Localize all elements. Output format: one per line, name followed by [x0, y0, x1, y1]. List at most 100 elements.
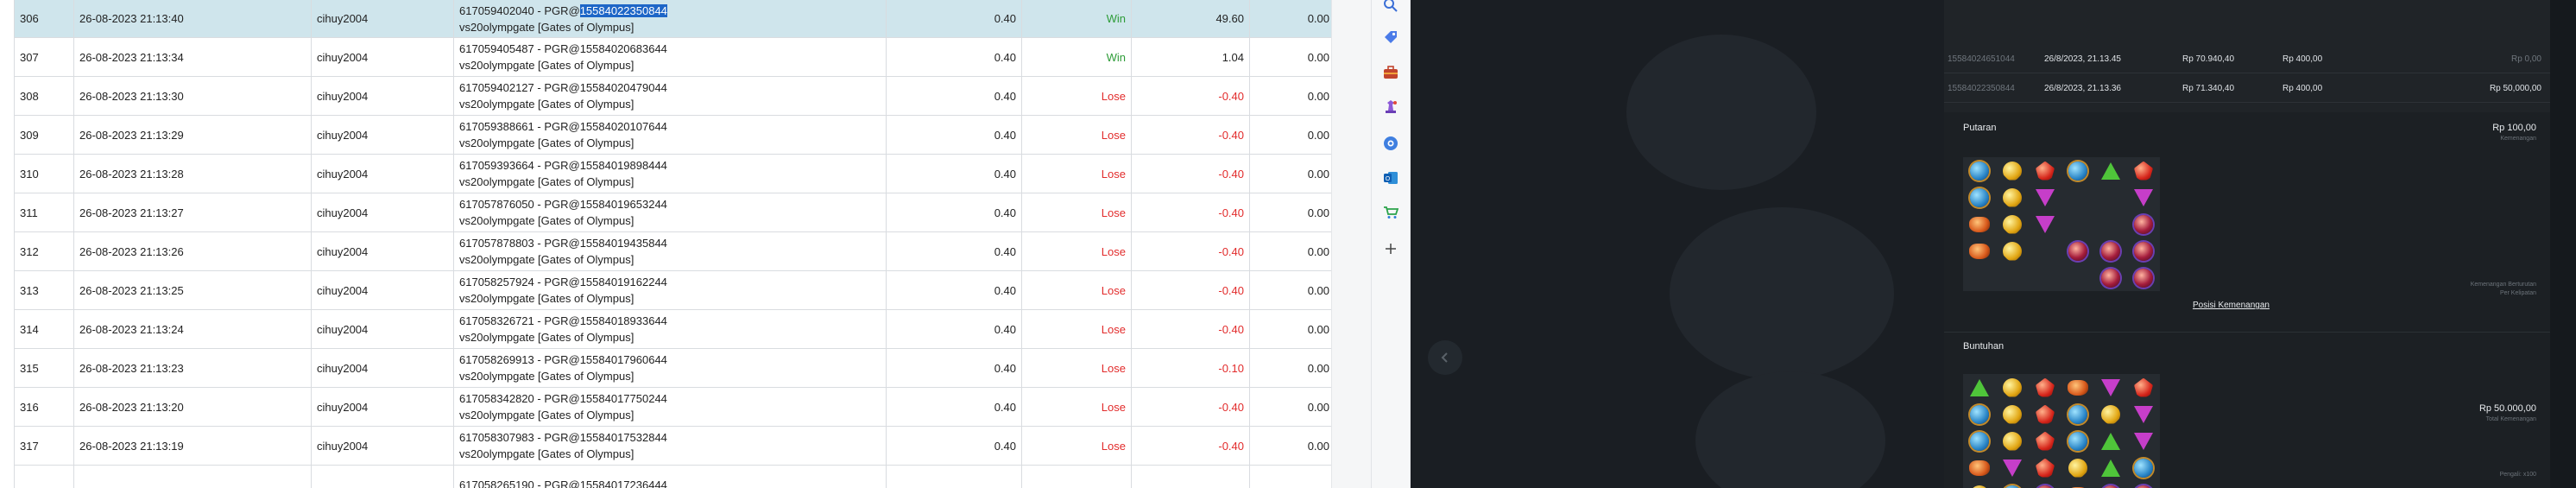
row-date [73, 465, 312, 488]
putaran-note: Per Kelipatan [2499, 290, 2536, 296]
row-description: 617058265190 - PGR@15584017236444 [453, 465, 887, 488]
bg-shape [1670, 207, 1894, 380]
row-transaction-ref[interactable]: 617059393664 - PGR@15584019898444 [459, 157, 881, 174]
bet-history-panel: 15584024651044 26/8/2023, 21.13.45 Rp 70… [1944, 0, 2550, 488]
blue-gem-icon [1970, 431, 1989, 451]
symbol-blue-icon [1996, 481, 2029, 488]
table-row[interactable]: 306 26-08-2023 21:13:40 cihuy2004 617059402… [14, 0, 1335, 38]
row-transaction-ref[interactable]: 617059388661 - PGR@15584020107644 [459, 118, 881, 135]
table-row[interactable]: 617058265190 - PGR@15584017236444 [14, 465, 1335, 488]
symbol-red-icon [2029, 157, 2061, 184]
row-transaction-ref[interactable]: 617058307983 - PGR@15584017532844 [459, 429, 881, 446]
row-transaction-prefix: 617058326721 - PGR@ [459, 314, 580, 327]
table-row[interactable]: 312 26-08-2023 21:13:26 cihuy2004 617057878… [14, 231, 1335, 271]
row-date: 26-08-2023 21:13:27 [73, 193, 312, 232]
history-balance: Rp 70.940,40 [2182, 54, 2235, 64]
row-round-id[interactable]: 15584017236444 [580, 478, 667, 488]
row-round-id[interactable]: 15584020107644 [580, 120, 667, 133]
row-round-id[interactable]: 15584019898444 [580, 159, 667, 172]
blue-gem-icon [1970, 187, 1989, 207]
row-round-id[interactable]: 15584017960644 [580, 353, 667, 366]
row-transaction-ref[interactable]: 617057878803 - PGR@15584019435844 [459, 235, 881, 251]
row-round-id[interactable]: 15584019653244 [580, 198, 667, 211]
symbol-yellow-icon [2061, 454, 2094, 481]
buntuhan-title: Buntuhan [1963, 341, 2005, 352]
row-date: 26-08-2023 21:13:28 [73, 154, 312, 193]
symbol-blue-icon [2061, 428, 2094, 454]
row-round-id[interactable]: 15584020479044 [580, 81, 667, 94]
previous-arrow-button[interactable] [1428, 340, 1462, 375]
cart-icon[interactable] [1382, 204, 1399, 221]
row-round-id[interactable]: 15584020683644 [580, 42, 667, 55]
row-transaction-prefix: 617058342820 - PGR@ [459, 392, 580, 405]
table-row[interactable]: 316 26-08-2023 21:13:20 cihuy2004 617058342… [14, 387, 1335, 427]
row-balance: 0.00 [1249, 348, 1335, 388]
putaran-amount: Rp 100,00 [2492, 123, 2536, 133]
row-bet [886, 465, 1022, 488]
symbol-tri-purple-icon [2029, 211, 2061, 238]
table-row[interactable]: 310 26-08-2023 21:13:28 cihuy2004 617059393… [14, 154, 1335, 193]
tag-icon[interactable] [1382, 29, 1399, 47]
table-row[interactable]: 317 26-08-2023 21:13:19 cihuy2004 617058307… [14, 426, 1335, 466]
symbol-tri-green-icon [2094, 454, 2127, 481]
tri-purple-gem-icon [2036, 188, 2055, 206]
history-row[interactable]: 15584024651044 26/8/2023, 21.13.45 Rp 70… [1944, 45, 2550, 73]
buntuhan-reel-grid [1963, 374, 2160, 488]
row-transaction-ref[interactable]: 617059402127 - PGR@15584020479044 [459, 79, 881, 96]
posisi-kemenangan-link[interactable]: Posisi Kemenangan [2193, 301, 2270, 310]
table-row[interactable]: 314 26-08-2023 21:13:24 cihuy2004 617058326… [14, 309, 1335, 349]
briefcase-icon[interactable] [1382, 64, 1399, 81]
row-bet: 0.40 [886, 426, 1022, 466]
row-transaction-ref[interactable]: 617059405487 - PGR@15584020683644 [459, 41, 881, 57]
row-description: 617058307983 - PGR@15584017532844 vs20oly… [453, 426, 887, 466]
plus-icon[interactable] [1382, 240, 1399, 257]
search-icon[interactable] [1382, 0, 1399, 14]
symbol-blue-icon [1963, 401, 1996, 428]
page-scroll-area[interactable] [1331, 0, 1371, 488]
symbol-blue-icon [1963, 157, 1996, 184]
row-transaction-ref[interactable]: 617058265190 - PGR@15584017236444 [459, 477, 881, 488]
table-row[interactable]: 311 26-08-2023 21:13:27 cihuy2004 617057876… [14, 193, 1335, 232]
game-background [1411, 0, 1946, 488]
row-round-id[interactable]: 15584018933644 [580, 314, 667, 327]
symbol-tri-green-icon [1963, 374, 1996, 401]
row-username: cihuy2004 [311, 0, 454, 38]
row-balance: 0.00 [1249, 76, 1335, 116]
row-transaction-ref[interactable]: 617058342820 - PGR@15584017750244 [459, 390, 881, 407]
row-transaction-ref[interactable]: 617059402040 - PGR@15584022350844 [459, 3, 881, 19]
row-transaction-ref[interactable]: 617058257924 - PGR@15584019162244 [459, 274, 881, 290]
row-date: 26-08-2023 21:13:25 [73, 270, 312, 310]
table-row[interactable]: 313 26-08-2023 21:13:25 cihuy2004 617058257… [14, 270, 1335, 310]
row-win-amount: -0.40 [1131, 309, 1250, 349]
row-game-name: vs20olympgate [Gates of Olympus] [459, 20, 635, 34]
row-round-id[interactable]: 15584019162244 [580, 276, 667, 288]
outlook-icon[interactable]: O [1382, 169, 1399, 187]
table-row[interactable]: 309 26-08-2023 21:13:29 cihuy2004 617059388… [14, 115, 1335, 155]
row-transaction-ref[interactable]: 617058269913 - PGR@15584017960644 [459, 352, 881, 368]
row-date: 26-08-2023 21:13:19 [73, 426, 312, 466]
row-description: 617059402040 - PGR@15584022350844 vs20oly… [453, 0, 887, 38]
row-number: 313 [14, 270, 74, 310]
row-transaction-ref[interactable]: 617057876050 - PGR@15584019653244 [459, 196, 881, 212]
orange-gem-icon [2068, 379, 2088, 396]
table-row[interactable]: 315 26-08-2023 21:13:23 cihuy2004 617058269… [14, 348, 1335, 388]
putaran-section: Putaran Rp 100,00 Kemenangan Kemenangan … [1944, 112, 2550, 332]
row-round-id[interactable]: 15584022350844 [579, 3, 667, 17]
row-bet: 0.40 [886, 348, 1022, 388]
row-date: 26-08-2023 21:13:30 [73, 76, 312, 116]
purple-ring-gem-icon [2134, 485, 2153, 488]
table-row[interactable]: 307 26-08-2023 21:13:34 cihuy2004 617059405… [14, 37, 1335, 77]
row-round-id[interactable]: 15584017532844 [580, 431, 667, 444]
row-description: 617059402127 - PGR@15584020479044 vs20oly… [453, 76, 887, 116]
row-transaction-ref[interactable]: 617058326721 - PGR@15584018933644 [459, 313, 881, 329]
table-row[interactable]: 308 26-08-2023 21:13:30 cihuy2004 617059402… [14, 76, 1335, 116]
row-round-id[interactable]: 15584017750244 [580, 392, 667, 405]
symbol-red-icon [2029, 374, 2061, 401]
gear-circle-icon[interactable] [1382, 135, 1399, 152]
row-round-id[interactable]: 15584019435844 [580, 237, 667, 250]
row-bet: 0.40 [886, 193, 1022, 232]
history-row[interactable]: 15584022350844 26/8/2023, 21.13.36 Rp 71… [1944, 74, 2550, 103]
chess-icon[interactable] [1382, 98, 1399, 116]
symbol-purple-ring-icon [2094, 264, 2127, 291]
yellow-gem-icon [1970, 485, 1989, 488]
